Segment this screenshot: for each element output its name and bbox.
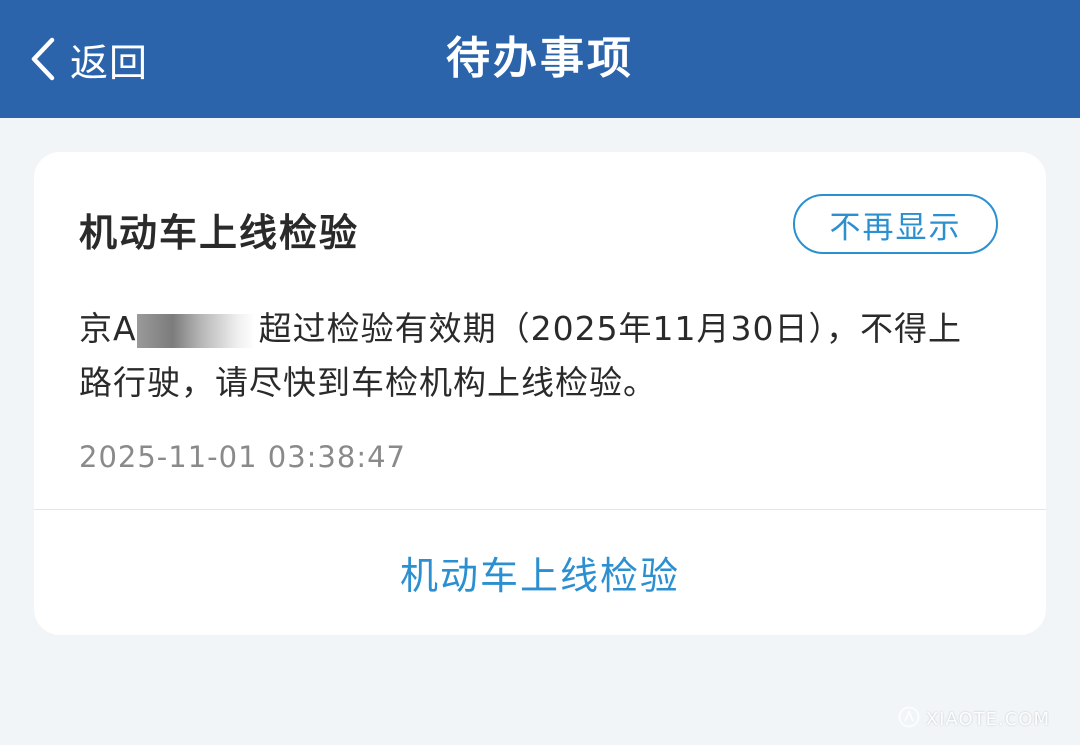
page-title: 待办事项	[446, 33, 634, 84]
card-title: 机动车上线检验	[79, 211, 360, 255]
watermark: XIAOTE.COM	[898, 706, 1050, 733]
card-timestamp: 2025-11-01 03:38:47	[79, 440, 406, 474]
logo-icon	[898, 706, 926, 733]
todo-card: 机动车上线检验 不再显示 京A 超过检验有效期（2025年11月30日），不得上路…	[34, 152, 1046, 635]
plate-number: 京A	[79, 302, 259, 356]
dont-show-again-button[interactable]: 不再显示	[793, 194, 998, 254]
app-header: 返回 待办事项	[0, 0, 1080, 118]
plate-visible-text: 京A	[79, 309, 137, 348]
card-message: 京A 超过检验有效期（2025年11月30日），不得上路行驶，请尽快到车检机构上线…	[79, 302, 979, 410]
redaction-mask	[136, 313, 255, 348]
inspection-action-link[interactable]: 机动车上线检验	[34, 510, 1046, 635]
watermark-text: XIAOTE.COM	[925, 709, 1050, 730]
